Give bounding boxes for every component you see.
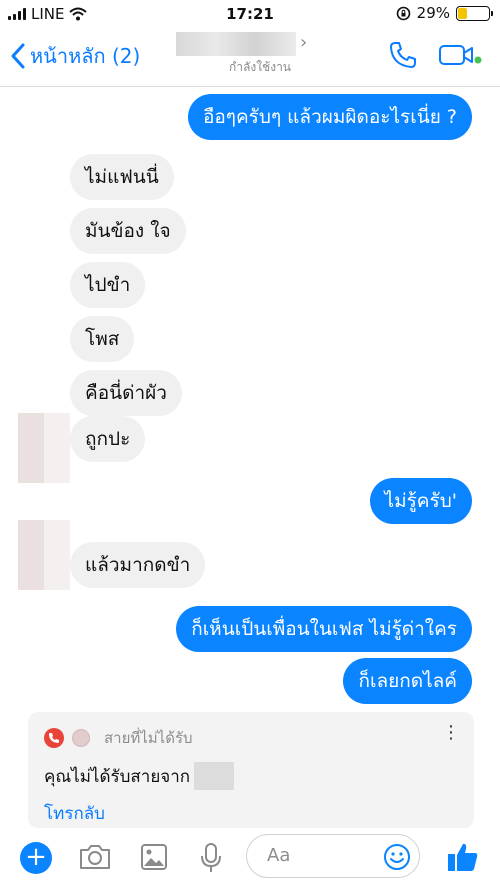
message-bubble-incoming[interactable]: แล้วมากดขำ [70,542,206,588]
like-button[interactable] [446,840,480,878]
camera-icon [80,845,110,869]
message-thread: อือๆครับๆ แล้วผมผิดอะไรเนี่ย ? ไม่แฟนนี่… [0,86,500,821]
missed-call-message: คุณไม่ได้รับสายจาก [44,766,191,787]
missed-call-card[interactable]: สายที่ไม่ได้รับ ⋮ คุณไม่ได้รับสายจาก โทร… [28,712,474,828]
more-options-icon[interactable]: ⋮ [442,724,460,742]
message-bubble-incoming[interactable]: โพส [70,316,135,362]
missed-call-phone-icon [44,728,64,748]
battery-percent: 29% [416,4,450,22]
phone-icon [390,42,416,68]
caller-name-blurred [194,762,235,790]
avatar-blurred[interactable] [18,520,70,590]
video-camera-icon [439,45,482,65]
status-right: 29% [396,4,493,22]
message-bubble-outgoing[interactable]: ไม่รู้ครับ' [369,478,472,524]
message-bubble-outgoing[interactable]: อือๆครับๆ แล้วผมผิดอะไรเนี่ย ? [187,94,472,140]
message-bubble-incoming[interactable]: ไม่แฟนนี่ [70,154,174,200]
message-bubble-incoming[interactable]: ถูกปะ [70,416,146,462]
chevron-right-icon[interactable]: › [300,32,307,53]
plus-button[interactable]: + [20,842,52,874]
message-bubble-outgoing[interactable]: ก็เห็นเป็นเพื่อนในเฟส ไม่รู้ด่าใคร [176,606,472,652]
rotation-lock-icon [396,6,410,20]
message-bubble-incoming[interactable]: มันข้อง ใจ [70,208,186,254]
emoji-icon[interactable] [383,843,411,871]
caller-avatar [72,729,90,747]
missed-call-text: คุณไม่ได้รับสายจาก [44,762,235,790]
contact-name-blurred[interactable] [176,32,296,56]
image-icon [141,844,167,870]
message-bubble-incoming[interactable]: ไปขำ [70,262,146,308]
camera-button[interactable] [78,842,112,876]
gallery-button[interactable] [140,842,168,876]
voice-message-button[interactable] [200,842,222,878]
avatar-blurred[interactable] [18,413,70,483]
battery-icon [456,5,493,21]
message-input-placeholder: Aa [267,845,291,866]
video-call-button[interactable] [438,43,482,71]
missed-call-title: สายที่ไม่ได้รับ [104,729,193,747]
missed-call-header: สายที่ไม่ได้รับ [44,726,193,750]
chat-header: หน้าหลัก (2) › กำลังใช้งาน [0,28,500,87]
message-bubble-incoming[interactable]: คือนี่ด่าผัว [70,370,182,416]
call-back-link[interactable]: โทรกลับ [44,800,105,827]
message-bubble-outgoing[interactable]: ก็เลยกดไลค์ [343,658,472,704]
microphone-icon [201,843,221,872]
voice-call-button[interactable] [388,40,418,74]
active-status: กำลังใช้งาน [228,60,292,74]
message-input[interactable]: Aa [246,834,420,878]
status-bar: LINE 17:21 29% [0,0,500,28]
composer-bar: + Aa [0,828,500,891]
thumbs-up-icon [448,843,478,871]
